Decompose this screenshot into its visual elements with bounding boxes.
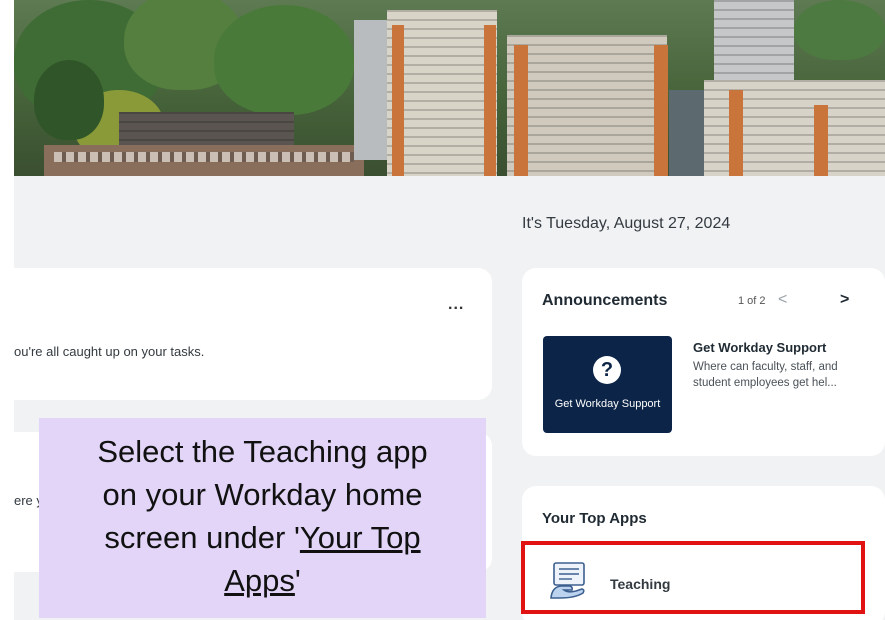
question-icon: ? — [593, 356, 621, 384]
more-options-button[interactable]: ... — [448, 296, 464, 314]
callout-link-apps: Apps — [224, 563, 295, 598]
next-announcement-button[interactable]: > — [840, 291, 849, 309]
announcement-item-title[interactable]: Get Workday Support — [693, 340, 826, 355]
callout-link-your-top: Your Top — [299, 520, 421, 555]
teaching-app-label: Teaching — [610, 576, 671, 592]
teaching-app[interactable]: Teaching — [548, 560, 848, 600]
my-tasks-card: ... ou're all caught up on your tasks. — [14, 268, 492, 400]
announcement-tile-label: Get Workday Support — [554, 398, 661, 410]
callout-line-2: on your Workday home — [102, 477, 423, 512]
callout-line-1: Select the Teaching app — [97, 434, 428, 469]
instruction-callout: Select the Teaching app on your Workday … — [39, 418, 486, 618]
previous-announcement-button[interactable]: < — [778, 291, 787, 309]
announcements-title: Announcements — [542, 292, 668, 309]
announcement-item-description: Where can faculty, staff, and student em… — [693, 361, 838, 389]
callout-line-4-suffix: ' — [294, 563, 301, 598]
hero-banner-image — [14, 0, 885, 176]
callout-line-3-prefix: screen under ' — [104, 520, 300, 555]
top-apps-title: Your Top Apps — [542, 510, 647, 527]
announcements-card: Announcements 1 of 2 < > ? Get Workday S… — [522, 268, 885, 456]
announcement-tile[interactable]: ? Get Workday Support — [543, 336, 672, 433]
current-date-text: It's Tuesday, August 27, 2024 — [522, 215, 731, 232]
callout-line-3: screen under 'Your Top — [39, 516, 486, 559]
callout-line-4: Apps' — [39, 559, 486, 602]
announcements-pager: 1 of 2 — [738, 295, 766, 307]
tasks-status-text: ou're all caught up on your tasks. — [14, 344, 205, 359]
teaching-icon — [550, 562, 585, 599]
